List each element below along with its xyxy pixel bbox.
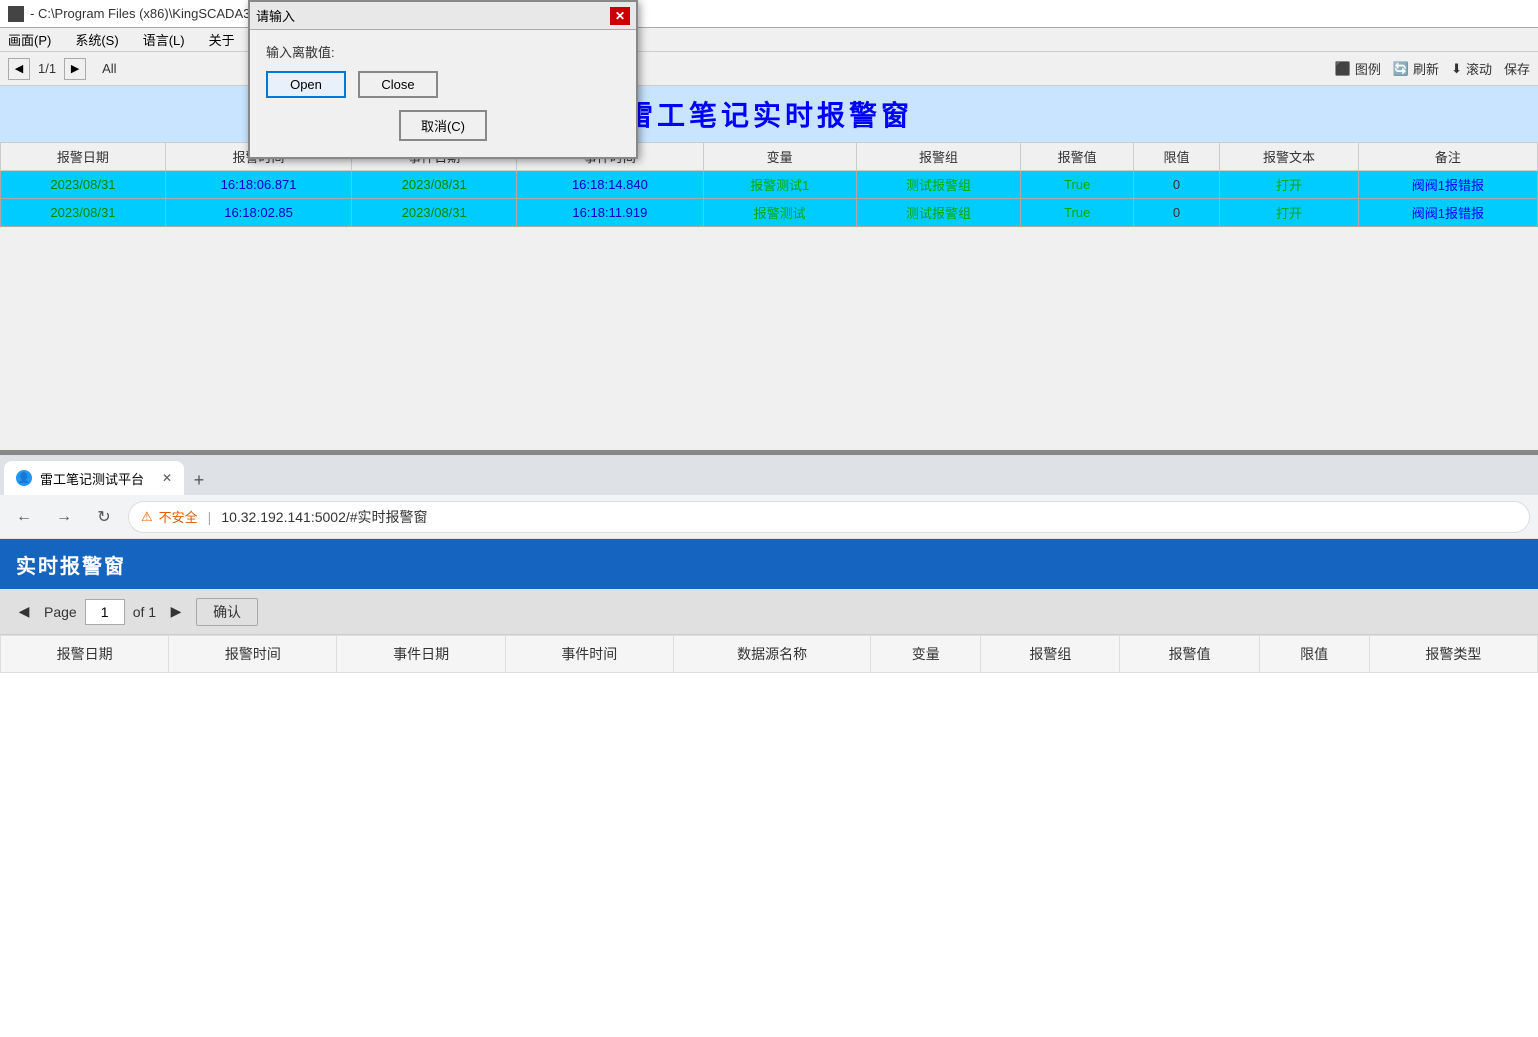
col-text: 报警文本 (1220, 143, 1359, 171)
col-variable: 变量 (703, 143, 856, 171)
dialog-input-label: 输入离散值: (266, 42, 620, 61)
scroll-button[interactable]: ⬇ 滚动 (1451, 59, 1492, 78)
confirm-button[interactable]: 确认 (196, 598, 258, 626)
web-table-header: 报警日期 报警时间 事件日期 事件时间 数据源名称 变量 报警组 报警值 限值 … (1, 636, 1538, 673)
address-separator: | (208, 509, 212, 525)
alarm-row-1-var: 报警测试1 (703, 171, 856, 199)
dialog-open-button[interactable]: Open (266, 71, 346, 98)
alarm-row-1-limit: 0 (1133, 171, 1219, 199)
alarm-row-2-text: 打开 (1220, 199, 1359, 227)
alarm-row-2-group: 测试报警组 (856, 199, 1021, 227)
alarm-row-1-group: 测试报警组 (856, 171, 1021, 199)
legend-button[interactable]: ⬛ 图例 (1335, 59, 1381, 78)
col-limit: 限值 (1133, 143, 1219, 171)
web-page-content: 实时报警窗 ◀ Page of 1 ▶ 确认 报警日期 报警时间 事件日期 事件… (0, 539, 1538, 673)
page-number-input[interactable] (85, 599, 125, 625)
scroll-icon: ⬇ (1451, 61, 1462, 77)
dialog-close-button[interactable]: ✕ (610, 7, 630, 25)
page-next-button[interactable]: ▶ (164, 600, 188, 624)
web-pagination-bar: ◀ Page of 1 ▶ 确认 (0, 589, 1538, 635)
browser-forward-button[interactable]: → (48, 501, 80, 533)
web-page-title: 实时报警窗 (16, 550, 126, 579)
alarm-row-2-limit: 0 (1133, 199, 1219, 227)
browser-titlebar: 👤 雷工笔记测试平台 ✕ + (0, 455, 1538, 495)
page-prev-button[interactable]: ◀ (12, 600, 36, 624)
browser-tab-label: 雷工笔记测试平台 (40, 469, 144, 488)
legend-icon: ⬛ (1335, 61, 1351, 77)
web-col-type: 报警类型 (1369, 636, 1537, 673)
browser-tab-close-button[interactable]: ✕ (162, 471, 172, 485)
col-group: 报警组 (856, 143, 1021, 171)
page-of-label: of 1 (133, 604, 156, 620)
web-col-alarm-date: 报警日期 (1, 636, 169, 673)
security-warning-label: 不安全 (159, 507, 198, 526)
web-header: 实时报警窗 (0, 539, 1538, 589)
browser-back-button[interactable]: ← (8, 501, 40, 533)
browser-toolbar: ← → ↻ ⚠ 不安全 | 10.32.192.141:5002/#实时报警窗 (0, 495, 1538, 539)
alarm-row-2-note: 阀阀1报错报 (1358, 199, 1537, 227)
dialog-open-close-row: Open Close (266, 71, 620, 98)
page-label: Page (44, 604, 77, 620)
security-warning-icon: ⚠ (141, 509, 153, 525)
browser-window: 👤 雷工笔记测试平台 ✕ + ← → ↻ ⚠ 不安全 | 10.32.192.1… (0, 455, 1538, 1037)
dialog-overlay: 请输入 ✕ 输入离散值: Open Close 取消(C) (0, 0, 650, 230)
alarm-row-2-value: True (1021, 199, 1133, 227)
web-col-datasource: 数据源名称 (673, 636, 870, 673)
refresh-icon: 🔄 (1393, 61, 1409, 77)
browser-tab-icon: 👤 (16, 470, 32, 486)
dialog-titlebar: 请输入 ✕ (250, 2, 636, 30)
web-col-limit: 限值 (1259, 636, 1369, 673)
browser-tab-active[interactable]: 👤 雷工笔记测试平台 ✕ (4, 461, 184, 495)
dialog-body: 输入离散值: Open Close 取消(C) (250, 30, 636, 157)
browser-address-text: 10.32.192.141:5002/#实时报警窗 (221, 507, 427, 527)
web-col-value: 报警值 (1120, 636, 1259, 673)
web-col-variable: 变量 (871, 636, 981, 673)
scada-window: - C:\Program Files (x86)\KingSCADA3.7\My… (0, 0, 1538, 450)
alarm-row-2-var: 报警测试 (703, 199, 856, 227)
nav-right-buttons: ⬛ 图例 🔄 刷新 ⬇ 滚动 保存 (1335, 59, 1530, 78)
alarm-row-1-value: True (1021, 171, 1133, 199)
web-col-alarm-time: 报警时间 (169, 636, 337, 673)
dialog-title: 请输入 (256, 6, 295, 25)
alarm-row-1-note: 阀阀1报错报 (1358, 171, 1537, 199)
web-alarm-table: 报警日期 报警时间 事件日期 事件时间 数据源名称 变量 报警组 报警值 限值 … (0, 635, 1538, 673)
dialog-box: 请输入 ✕ 输入离散值: Open Close 取消(C) (248, 0, 638, 159)
web-col-group: 报警组 (981, 636, 1120, 673)
web-col-event-date: 事件日期 (337, 636, 505, 673)
col-value: 报警值 (1021, 143, 1133, 171)
browser-address-bar[interactable]: ⚠ 不安全 | 10.32.192.141:5002/#实时报警窗 (128, 501, 1530, 533)
refresh-button[interactable]: 🔄 刷新 (1393, 59, 1439, 78)
alarm-window-title: 雷工笔记实时报警窗 (625, 94, 913, 134)
dialog-close-dialog-button[interactable]: Close (358, 71, 438, 98)
save-button[interactable]: 保存 (1504, 59, 1530, 78)
browser-add-tab-button[interactable]: + (184, 465, 214, 495)
col-note: 备注 (1358, 143, 1537, 171)
dialog-cancel-row: 取消(C) (266, 110, 620, 141)
web-col-event-time: 事件时间 (505, 636, 673, 673)
dialog-cancel-button[interactable]: 取消(C) (399, 110, 487, 141)
browser-reload-button[interactable]: ↻ (88, 501, 120, 533)
alarm-row-1-text: 打开 (1220, 171, 1359, 199)
